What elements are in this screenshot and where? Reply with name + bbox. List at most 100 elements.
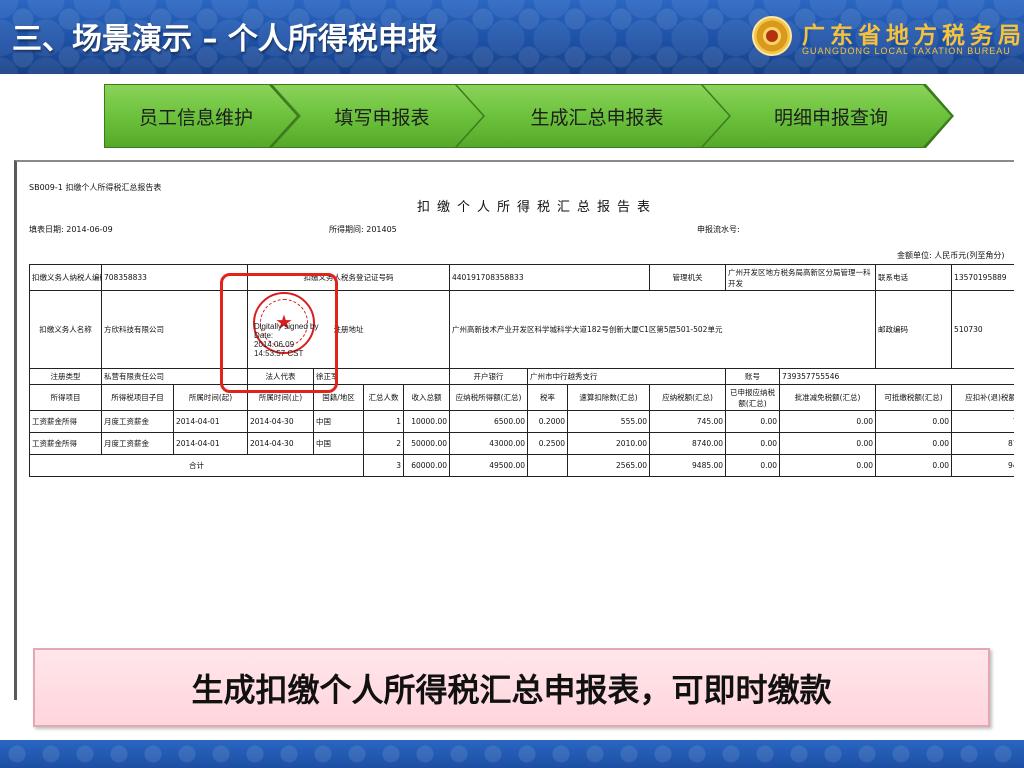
col-header: 已申报应纳税额(汇总) bbox=[725, 384, 781, 411]
table-cell: 8740.00 bbox=[649, 432, 727, 455]
col-header: 所得项目 bbox=[29, 384, 102, 411]
table-cell: 555.00 bbox=[567, 410, 651, 433]
table-cell: 0.00 bbox=[725, 410, 781, 433]
table-cell bbox=[527, 454, 569, 477]
table-cell: 2014-04-01 bbox=[172, 410, 249, 433]
step-label: 填写申报表 bbox=[334, 106, 430, 129]
table-cell: 中国 bbox=[313, 432, 365, 455]
value-account: 739357755546 bbox=[779, 368, 1014, 385]
logo-chinese-name: 广东省地方税务局 bbox=[802, 23, 1024, 49]
table-cell: 745.00 bbox=[649, 410, 727, 433]
step-label: 生成汇总申报表 bbox=[530, 106, 664, 129]
table-cell: 2014-04-01 bbox=[172, 432, 249, 455]
table-cell: 43000.00 bbox=[449, 432, 529, 455]
col-header: 应纳税额(汇总) bbox=[649, 384, 727, 411]
label-bank: 开户银行 bbox=[449, 368, 529, 385]
label-phone: 联系电话 bbox=[875, 264, 953, 291]
label-authority: 管理机关 bbox=[649, 264, 727, 291]
table-cell: 中国 bbox=[313, 410, 365, 433]
process-steps: 员工信息维护 填写申报表 生成汇总申报表 明细申报查询 bbox=[104, 84, 954, 148]
currency-unit: 金额单位: 人民币元(列至角分) bbox=[897, 251, 1005, 260]
report-document: SB009-1 扣缴个人所得税汇总报告表 扣缴个人所得税汇总报告表 填表日期: … bbox=[14, 160, 1014, 700]
table-row: 工资薪金所得 月度工资薪金 2014-04-01 2014-04-30 中国 2… bbox=[29, 432, 1014, 455]
table-cell: 49500.00 bbox=[449, 454, 529, 477]
report-table: 扣缴义务人纳税人编码 708358833 扣缴义务人税务登记证号码 440191… bbox=[28, 264, 1014, 477]
col-header: 税率 bbox=[527, 384, 569, 411]
step-employee-info[interactable]: 员工信息维护 bbox=[105, 85, 297, 147]
col-header: 汇总人数 bbox=[363, 384, 405, 411]
col-header: 应扣补(退)税额 bbox=[951, 384, 1014, 411]
table-row: 工资薪金所得 月度工资薪金 2014-04-01 2014-04-30 中国 1… bbox=[29, 410, 1014, 433]
value-bank: 广州市中行越秀支行 bbox=[527, 368, 727, 385]
table-cell: 9485.00 bbox=[649, 454, 727, 477]
table-cell: 0.00 bbox=[875, 454, 953, 477]
table-cell: 0.00 bbox=[875, 410, 953, 433]
seal-highlight-box bbox=[220, 273, 338, 393]
table-cell: 0.00 bbox=[725, 454, 781, 477]
logo-english-name: GUANGDONG LOCAL TAXATION BUREAU bbox=[802, 46, 1011, 56]
label-payer-id: 扣缴义务人纳税人编码 bbox=[29, 264, 102, 291]
table-cell: 745 bbox=[951, 410, 1014, 433]
table-cell: 2010.00 bbox=[567, 432, 651, 455]
table-cell: 0.00 bbox=[875, 432, 953, 455]
step-label: 明细申报查询 bbox=[773, 106, 888, 129]
table-cell: 3 bbox=[363, 454, 405, 477]
total-label: 合计 bbox=[28, 454, 365, 477]
table-cell: 50000.00 bbox=[403, 432, 451, 455]
table-row: 扣缴义务人名称 方欣科技有限公司 注册地址 广州高新技术产业开发区科学城科学大道… bbox=[29, 290, 1014, 369]
label-reg-type: 注册类型 bbox=[29, 368, 102, 385]
col-header: 所得税项目子目 bbox=[101, 384, 174, 411]
table-cell: 0.00 bbox=[779, 454, 877, 477]
table-cell: 6500.00 bbox=[449, 410, 529, 433]
table-cell: 工资薪金所得 bbox=[29, 410, 102, 433]
value-phone: 13570195889 bbox=[951, 264, 1014, 291]
col-header: 收入总额 bbox=[403, 384, 451, 411]
step-label: 员工信息维护 bbox=[138, 106, 253, 129]
table-cell: 0.00 bbox=[779, 432, 877, 455]
label-payer-name: 扣缴义务人名称 bbox=[29, 290, 102, 369]
slide-footer bbox=[0, 740, 1024, 768]
table-row: 扣缴义务人纳税人编码 708358833 扣缴义务人税务登记证号码 440191… bbox=[29, 264, 1014, 291]
step-generate-summary[interactable]: 生成汇总申报表 bbox=[457, 85, 729, 147]
report-code: SB009-1 扣缴个人所得税汇总报告表 bbox=[29, 183, 162, 192]
table-cell: 0.00 bbox=[779, 410, 877, 433]
step-fill-form[interactable]: 填写申报表 bbox=[273, 85, 483, 147]
col-header: 速算扣除数(汇总) bbox=[567, 384, 651, 411]
step-detail-query[interactable]: 明细申报查询 bbox=[703, 85, 951, 147]
tax-period: 所得期间: 201405 bbox=[329, 225, 397, 234]
value-address: 广州高新技术产业开发区科学城科学大道182号创新大厦C1区第5层501-502单… bbox=[449, 290, 877, 369]
table-cell: 月度工资薪金 bbox=[101, 432, 174, 455]
table-cell: 1 bbox=[363, 410, 405, 433]
table-header-row: 所得项目 所得税项目子目 所属时间(起) 所属时间(止) 国籍/地区 汇总人数 … bbox=[29, 384, 1014, 411]
table-cell: 10000.00 bbox=[403, 410, 451, 433]
col-header: 批准减免税额(汇总) bbox=[779, 384, 877, 411]
slide-header: 三、场景演示 – 个人所得税申报 广东省地方税务局 GUANGDONG LOCA… bbox=[0, 0, 1024, 74]
col-header: 可抵缴税额(汇总) bbox=[875, 384, 953, 411]
value-postcode: 510730 bbox=[951, 290, 1014, 369]
table-total-row: 合计 3 60000.00 49500.00 2565.00 9485.00 0… bbox=[28, 454, 1014, 477]
report-title: 扣缴个人所得税汇总报告表 bbox=[417, 200, 658, 215]
table-cell: 0.2500 bbox=[527, 432, 569, 455]
table-row: 注册类型 私营有限责任公司 法人代表 徐正军 开户银行 广州市中行越秀支行 账号… bbox=[29, 368, 1014, 385]
serial-number: 申报流水号: bbox=[697, 225, 740, 234]
col-header: 应纳税所得额(汇总) bbox=[449, 384, 529, 411]
value-payer-reg: 440191708358833 bbox=[449, 264, 651, 291]
footer-pattern bbox=[0, 740, 1024, 768]
bureau-logo: 广东省地方税务局 GUANGDONG LOCAL TAXATION BUREAU bbox=[750, 10, 1021, 66]
table-cell: 60000.00 bbox=[403, 454, 451, 477]
bureau-emblem-icon bbox=[752, 16, 792, 56]
table-cell: 0.00 bbox=[725, 432, 781, 455]
table-cell: 9485 bbox=[951, 454, 1014, 477]
label-account: 账号 bbox=[725, 368, 781, 385]
table-cell: 工资薪金所得 bbox=[29, 432, 102, 455]
slide-title: 三、场景演示 – 个人所得税申报 bbox=[12, 22, 438, 57]
table-cell: 2565.00 bbox=[567, 454, 651, 477]
label-postcode: 邮政编码 bbox=[875, 290, 953, 369]
table-cell: 月度工资薪金 bbox=[101, 410, 174, 433]
table-cell: 2014-04-30 bbox=[247, 432, 315, 455]
table-cell: 8740 bbox=[951, 432, 1014, 455]
caption-banner: 生成扣缴个人所得税汇总申报表，可即时缴款 bbox=[33, 648, 990, 727]
fill-date: 填表日期: 2014-06-09 bbox=[29, 225, 113, 234]
table-cell: 0.2000 bbox=[527, 410, 569, 433]
table-cell: 2 bbox=[363, 432, 405, 455]
